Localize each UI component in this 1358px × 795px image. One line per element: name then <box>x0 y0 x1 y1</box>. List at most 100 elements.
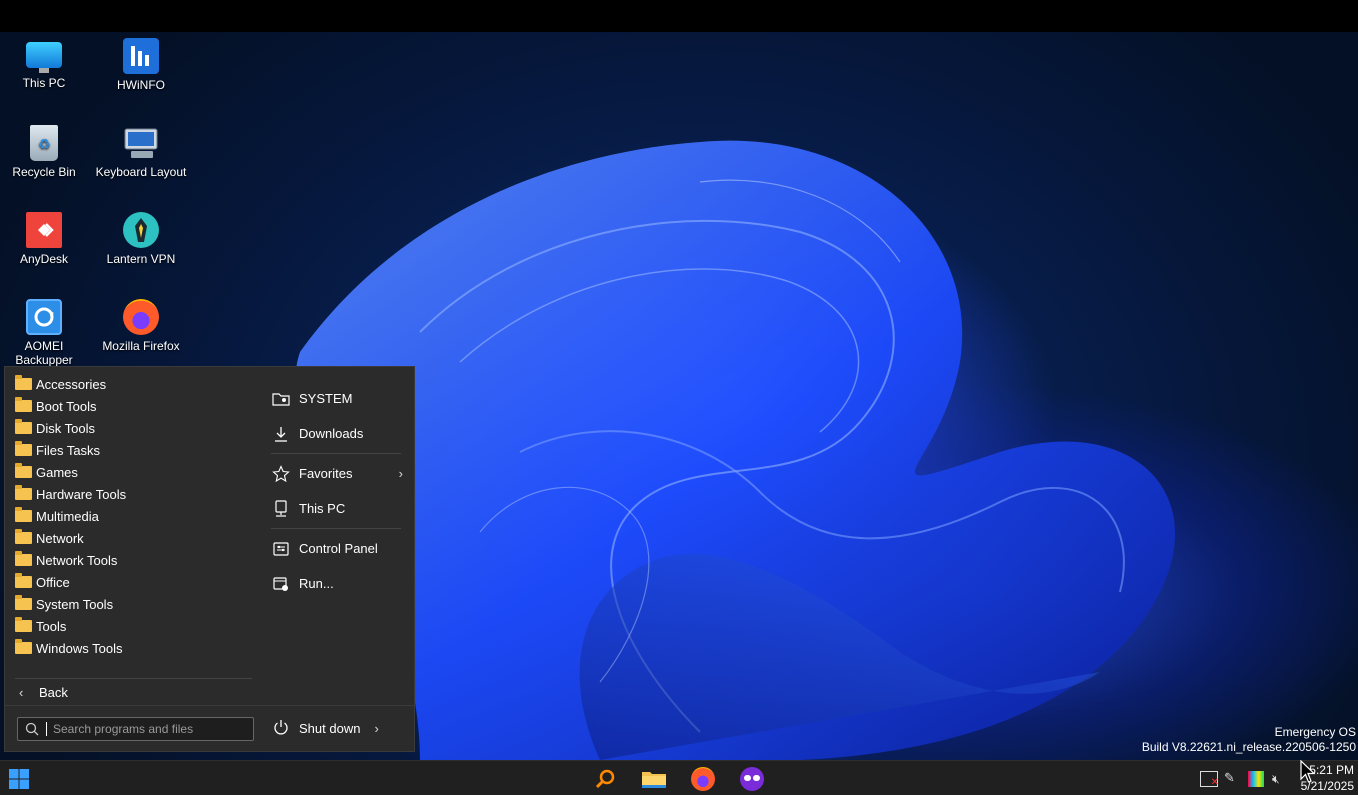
menu-item-label: This PC <box>299 501 346 516</box>
menu-item-downloads[interactable]: Downloads <box>271 416 403 451</box>
anydesk-icon <box>26 212 62 248</box>
folder-label: Network <box>36 530 84 546</box>
folder-item[interactable]: Disk Tools <box>15 417 253 439</box>
desktop-icon-firefox[interactable]: Mozilla Firefox <box>93 299 189 353</box>
menu-item-label: Run... <box>299 576 334 591</box>
taskbar-app-mask[interactable] <box>737 764 767 794</box>
folder-icon <box>15 639 32 654</box>
divider <box>15 678 252 679</box>
desktop-icon-label: Recycle Bin <box>12 165 76 179</box>
folder-icon <box>15 375 32 390</box>
folder-icon <box>15 463 32 478</box>
folder-icon <box>15 573 32 588</box>
folder-icon <box>15 485 32 500</box>
desktop-icon-label: Keyboard Layout <box>95 165 187 179</box>
folder-icon <box>15 551 32 566</box>
start-menu-right-column: SYSTEM Downloads Favorites › This PC Con… <box>271 381 403 601</box>
firefox-icon <box>123 299 159 335</box>
pc-icon <box>271 499 291 519</box>
system-tray: ✕ ✎ 🔇︎ <box>1200 771 1290 788</box>
desktop-icon-keyboard-layout[interactable]: Keyboard Layout <box>93 125 189 179</box>
folder-item[interactable]: Games <box>15 461 253 483</box>
top-black-bar <box>0 0 1358 32</box>
menu-item-label: SYSTEM <box>299 391 353 406</box>
divider <box>271 528 401 529</box>
start-button[interactable] <box>4 764 34 794</box>
folder-label: Hardware Tools <box>36 486 127 502</box>
folder-item[interactable]: Files Tasks <box>15 439 253 461</box>
start-menu: Accessories Boot Tools Disk Tools Files Tas… <box>4 366 415 752</box>
build-watermark: Emergency OS Build V8.22621.ni_release.2… <box>1142 725 1356 755</box>
shutdown-button[interactable]: Shut down › <box>273 717 379 739</box>
taskbar-firefox[interactable] <box>688 764 718 794</box>
folder-icon <box>15 595 32 610</box>
folder-icon <box>15 529 32 544</box>
search-icon <box>595 769 615 789</box>
monitor-icon <box>26 42 62 73</box>
build-version: Build V8.22621.ni_release.220506-1250 <box>1141 740 1356 754</box>
desktop-icon-anydesk[interactable]: AnyDesk <box>0 212 92 266</box>
folder-label: Games <box>36 464 78 480</box>
recycle-bin-icon: ♻ <box>30 125 58 161</box>
desktop-icon-label: This PC <box>22 76 66 90</box>
divider <box>271 453 401 454</box>
menu-item-system[interactable]: SYSTEM <box>271 381 403 416</box>
menu-item-label: Favorites <box>299 466 353 481</box>
folder-item[interactable]: Accessories <box>15 373 253 395</box>
windows-logo-icon <box>9 769 29 789</box>
folder-icon <box>15 507 32 522</box>
hwinfo-icon <box>123 38 159 74</box>
user-folder-icon <box>271 389 291 409</box>
menu-item-favorites[interactable]: Favorites › <box>271 456 403 491</box>
folder-label: Network Tools <box>36 552 118 568</box>
folder-item[interactable]: Boot Tools <box>15 395 253 417</box>
taskbar-search-button[interactable] <box>590 764 620 794</box>
desktop-icon-lantern-vpn[interactable]: Lantern VPN <box>93 212 189 266</box>
program-folder-list: Accessories Boot Tools Disk Tools Files Tas… <box>15 373 253 659</box>
chevron-right-icon[interactable]: › <box>374 721 378 736</box>
pen-tool-icon[interactable]: ✎ <box>1224 771 1242 787</box>
folder-label: Tools <box>36 618 67 634</box>
taskbar-file-explorer[interactable] <box>639 764 669 794</box>
power-icon <box>273 719 293 738</box>
chevron-left-icon: ‹ <box>19 684 24 700</box>
folder-item[interactable]: Network Tools <box>15 549 253 571</box>
network-icon[interactable]: ✕ <box>1200 771 1219 788</box>
menu-item-label: Downloads <box>299 426 364 441</box>
folder-item[interactable]: Office <box>15 571 253 593</box>
folder-item[interactable]: Windows Tools <box>15 637 253 659</box>
folder-item[interactable]: Tools <box>15 615 253 637</box>
text-caret <box>46 722 47 736</box>
back-button[interactable]: ‹ Back <box>19 681 68 703</box>
desktop-icon-hwinfo[interactable]: HWiNFO <box>93 38 189 92</box>
mask-app-icon <box>740 767 764 791</box>
color-app-icon[interactable] <box>1248 771 1264 787</box>
folder-item[interactable]: Network <box>15 527 253 549</box>
search-icon <box>25 722 39 736</box>
volume-muted-icon[interactable]: 🔇︎ <box>1272 771 1290 787</box>
aomei-icon <box>26 299 62 335</box>
desktop-icon-this-pc[interactable]: This PC <box>0 38 92 90</box>
folder-icon <box>642 772 666 788</box>
menu-item-run[interactable]: Run... <box>271 566 403 601</box>
search-box[interactable] <box>17 717 254 741</box>
desktop-icon-label: Mozilla Firefox <box>102 339 180 353</box>
menu-item-this-pc[interactable]: This PC <box>271 491 403 526</box>
folder-item[interactable]: Multimedia <box>15 505 253 527</box>
folder-icon <box>15 617 32 632</box>
folder-icon <box>15 397 32 412</box>
desktop-icon-aomei[interactable]: AOMEI Backupper <box>0 299 92 367</box>
shutdown-label: Shut down <box>299 720 361 736</box>
desktop-icon-recycle-bin[interactable]: ♻ Recycle Bin <box>0 125 92 179</box>
folder-icon <box>15 419 32 434</box>
folder-label: Accessories <box>36 376 107 392</box>
folder-icon <box>15 441 32 456</box>
firefox-icon <box>691 767 715 791</box>
menu-item-control-panel[interactable]: Control Panel <box>271 531 403 566</box>
back-label: Back <box>39 684 68 700</box>
folder-label: Boot Tools <box>36 398 97 414</box>
folder-item[interactable]: Hardware Tools <box>15 483 253 505</box>
folder-item[interactable]: System Tools <box>15 593 253 615</box>
search-input[interactable] <box>51 721 250 737</box>
folder-label: Office <box>36 574 70 590</box>
